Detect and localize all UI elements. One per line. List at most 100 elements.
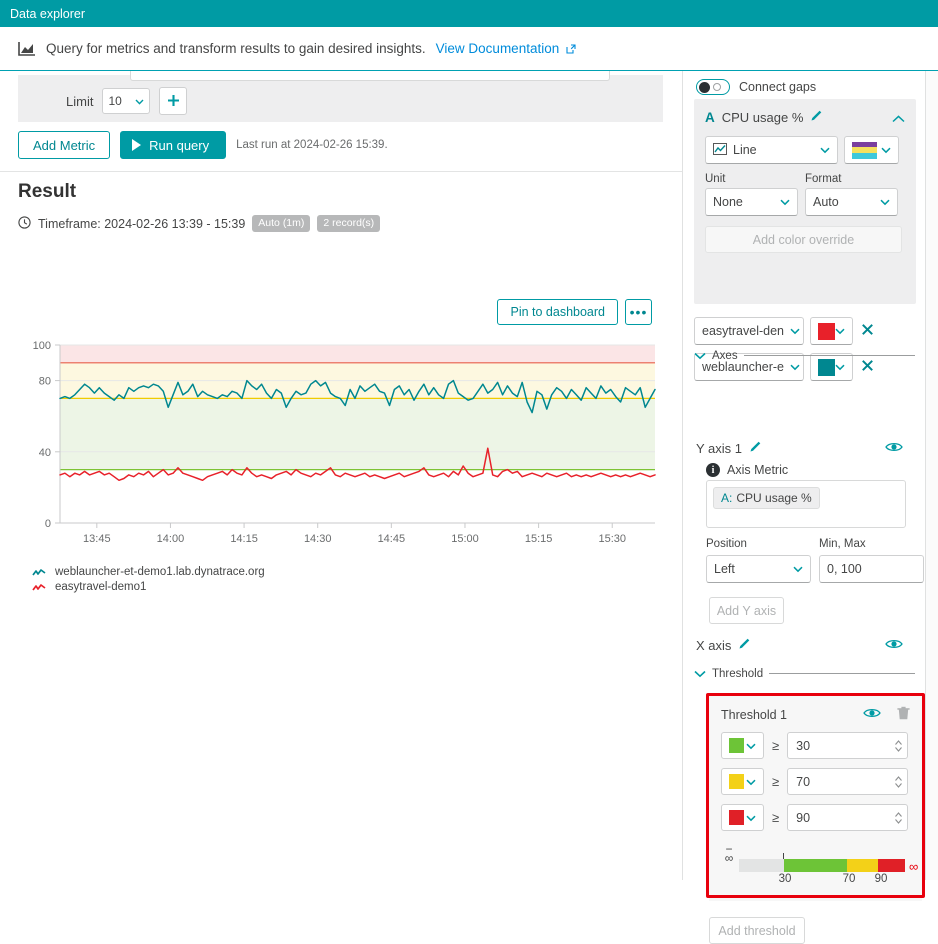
color-swatch bbox=[818, 322, 835, 340]
series-line-icon bbox=[32, 568, 46, 578]
add-metric-label: Add Metric bbox=[33, 137, 96, 153]
run-query-button[interactable]: Run query bbox=[120, 131, 227, 159]
legend-label: weblauncher-et-demo1.lab.dynatrace.org bbox=[55, 566, 265, 578]
add-threshold-button[interactable]: Add threshold bbox=[709, 917, 805, 944]
add-y-axis-label: Add Y axis bbox=[716, 603, 777, 618]
metric-letter: A bbox=[705, 109, 715, 125]
query-builder-panel: Limit 10 bbox=[18, 71, 663, 122]
unit-label: Unit bbox=[705, 173, 726, 185]
y-axis-visibility-toggle[interactable] bbox=[885, 441, 903, 456]
timeframe-row: Timeframe: 2024-02-26 13:39 - 15:39 Auto… bbox=[18, 215, 381, 233]
chevron-down-icon bbox=[790, 324, 800, 338]
add-y-axis-button[interactable]: Add Y axis bbox=[709, 597, 784, 624]
chevron-down-icon bbox=[793, 562, 803, 576]
connect-gaps-toggle[interactable] bbox=[696, 79, 730, 95]
legend-item[interactable]: weblauncher-et-demo1.lab.dynatrace.org bbox=[32, 565, 265, 580]
metric-name: CPU usage % bbox=[721, 109, 804, 125]
line-chart-icon bbox=[713, 142, 727, 158]
limit-value: 10 bbox=[108, 94, 122, 108]
divider bbox=[769, 673, 915, 674]
y-axis-row: Y axis 1 bbox=[696, 440, 917, 456]
axis-minmax-input[interactable]: 0, 100 bbox=[819, 555, 924, 583]
series-override-row: easytravel-den bbox=[694, 317, 874, 345]
pin-to-dashboard-button[interactable]: Pin to dashboard bbox=[497, 299, 618, 325]
add-metric-button[interactable]: Add Metric bbox=[18, 131, 111, 159]
visualization-select[interactable]: Line bbox=[705, 136, 838, 164]
query-actions: Add Metric Run query Last run at 2024-02… bbox=[18, 131, 388, 159]
pencil-icon[interactable] bbox=[810, 109, 823, 125]
chevron-down-icon bbox=[135, 94, 144, 108]
main-body: Limit 10 Add Metric Run query Last run a… bbox=[0, 70, 938, 944]
svg-text:13:45: 13:45 bbox=[83, 533, 111, 545]
add-limit-button[interactable] bbox=[159, 87, 188, 115]
axis-metric-chip-name: CPU usage % bbox=[736, 491, 812, 505]
info-text: Query for metrics and transform results … bbox=[46, 41, 426, 56]
limit-label: Limit bbox=[66, 93, 94, 109]
add-color-override-label: Add color override bbox=[752, 232, 855, 247]
unit-select[interactable]: None bbox=[705, 188, 798, 216]
more-options-button[interactable]: ••• bbox=[625, 299, 652, 325]
result-chart[interactable]: 0 40 80 100 13:45 14:00 14:15 14:30 14:45 15:00 15… bbox=[18, 333, 663, 558]
toggle-off-marker bbox=[713, 83, 721, 91]
add-threshold-label: Add threshold bbox=[718, 923, 796, 938]
series-select[interactable]: easytravel-den bbox=[694, 317, 804, 345]
unit-value: None bbox=[713, 195, 743, 209]
pencil-icon[interactable] bbox=[738, 637, 751, 653]
axis-metric-chip[interactable]: A: CPU usage % bbox=[713, 487, 820, 509]
format-value: Auto bbox=[813, 195, 839, 209]
visualization-row: Line bbox=[705, 136, 905, 164]
axis-position-select[interactable]: Left bbox=[706, 555, 811, 583]
toggle-knob bbox=[699, 81, 710, 93]
position-minmax-labels: Position Min, Max bbox=[706, 538, 924, 550]
svg-text:80: 80 bbox=[39, 376, 51, 388]
badge-auto: Auto (1m) bbox=[252, 215, 311, 233]
result-actions: Pin to dashboard ••• bbox=[497, 299, 652, 325]
axes-section-header[interactable]: Axes bbox=[694, 348, 915, 363]
chevron-down-icon bbox=[880, 195, 890, 209]
series-color-select[interactable] bbox=[810, 317, 853, 345]
remove-series-button[interactable] bbox=[859, 323, 874, 339]
metric-settings-card: A CPU usage % Line Unit Format None Auto… bbox=[694, 99, 916, 304]
format-label: Format bbox=[805, 173, 842, 185]
view-documentation-link[interactable]: View Documentation bbox=[436, 41, 576, 57]
series-line-icon bbox=[32, 583, 46, 593]
axis-metric-row: i Axis Metric bbox=[706, 463, 788, 477]
window-title-bar: Data explorer bbox=[0, 0, 938, 27]
clock-icon bbox=[18, 215, 31, 232]
x-axis-visibility-toggle[interactable] bbox=[885, 638, 903, 653]
last-run-text: Last run at 2024-02-26 15:39. bbox=[236, 139, 388, 151]
plus-icon bbox=[166, 91, 181, 112]
axis-metric-chip-prefix: A: bbox=[721, 491, 733, 505]
legend-item[interactable]: easytravel-demo1 bbox=[32, 580, 265, 595]
unit-format-labels: Unit Format bbox=[705, 164, 905, 185]
minmax-value: 0, 100 bbox=[827, 562, 862, 576]
svg-text:15:15: 15:15 bbox=[525, 533, 553, 545]
axis-metric-well[interactable]: A: CPU usage % bbox=[706, 480, 906, 528]
timeframe-text: Timeframe: 2024-02-26 13:39 - 15:39 bbox=[38, 216, 246, 231]
divider bbox=[743, 355, 915, 356]
info-icon: i bbox=[706, 463, 720, 477]
query-expression-input[interactable] bbox=[130, 71, 610, 81]
collapse-metric-button[interactable] bbox=[892, 111, 905, 126]
chevron-down-icon bbox=[835, 324, 845, 338]
add-threshold-wrap: Add threshold bbox=[709, 917, 805, 944]
chart-legend: weblauncher-et-demo1.lab.dynatrace.org e… bbox=[32, 565, 265, 595]
scroll-gutter[interactable] bbox=[926, 71, 938, 880]
svg-text:14:30: 14:30 bbox=[304, 533, 332, 545]
svg-text:15:30: 15:30 bbox=[598, 533, 626, 545]
connect-gaps-row[interactable]: Connect gaps bbox=[696, 79, 816, 95]
left-panel: Limit 10 Add Metric Run query Last run a… bbox=[0, 71, 683, 880]
pencil-icon[interactable] bbox=[749, 440, 762, 456]
limit-select[interactable]: 10 bbox=[102, 88, 151, 114]
visualization-value: Line bbox=[733, 143, 757, 157]
add-color-override-button[interactable]: Add color override bbox=[705, 226, 902, 253]
palette-select[interactable] bbox=[844, 136, 899, 164]
palette-swatch bbox=[852, 141, 877, 159]
window-title: Data explorer bbox=[10, 6, 86, 21]
threshold-section-header[interactable]: Threshold bbox=[694, 666, 915, 681]
svg-text:14:00: 14:00 bbox=[157, 533, 185, 545]
chevron-down-icon bbox=[881, 143, 891, 157]
position-minmax-row: Left 0, 100 bbox=[706, 555, 924, 583]
external-link-icon bbox=[566, 42, 576, 57]
format-select[interactable]: Auto bbox=[805, 188, 898, 216]
